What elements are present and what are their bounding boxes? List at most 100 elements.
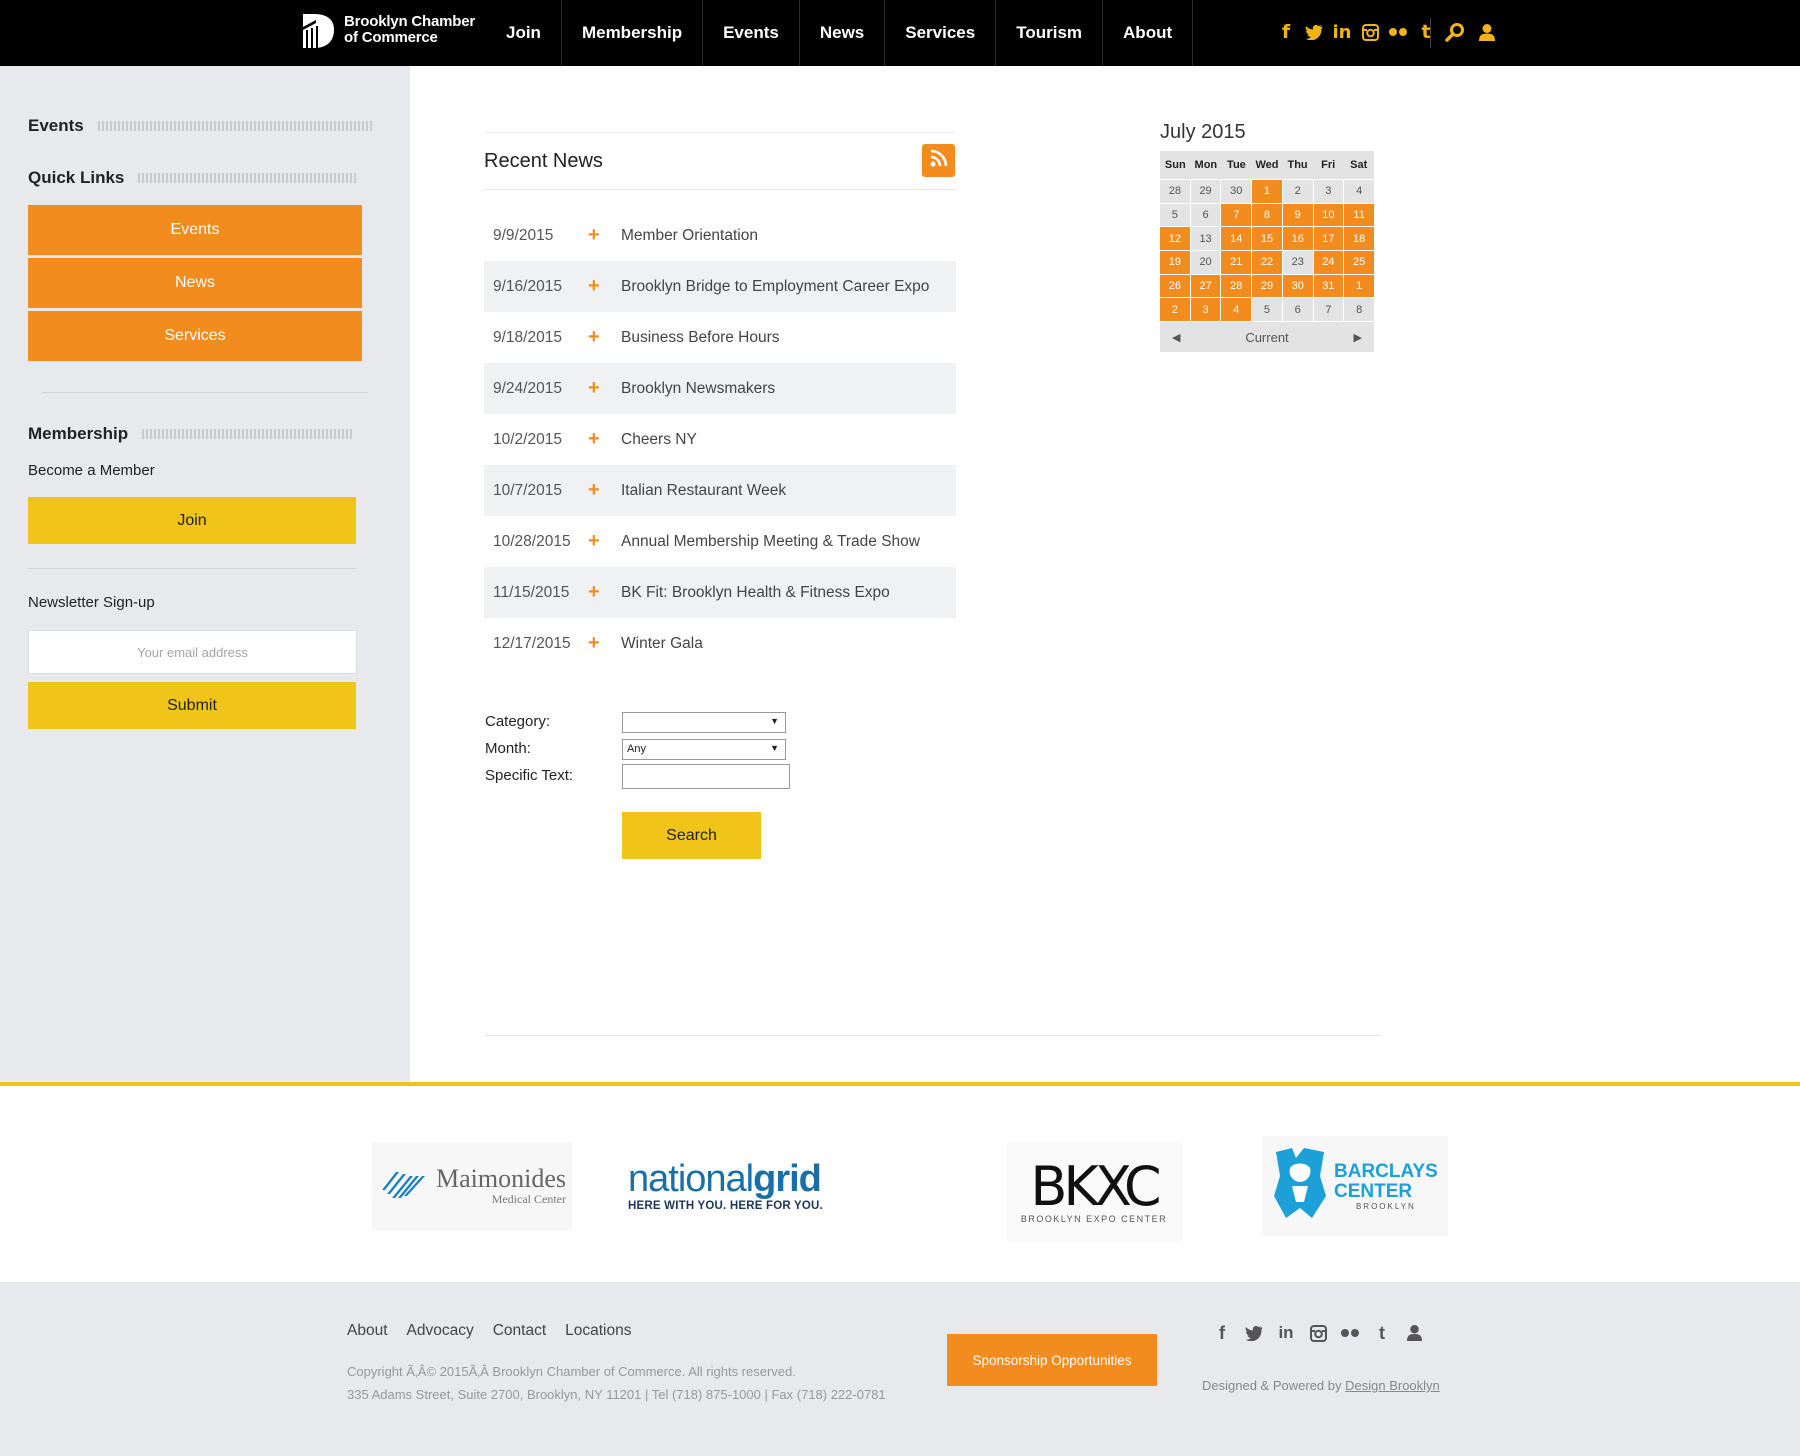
calendar-day[interactable]: 4 <box>1221 298 1252 322</box>
instagram-icon[interactable] <box>1360 20 1380 44</box>
calendar-day[interactable]: 24 <box>1313 251 1344 274</box>
news-item[interactable]: 12/17/2015 + Winter Gala <box>484 618 956 669</box>
news-item[interactable]: 9/18/2015 + Business Before Hours <box>484 312 956 363</box>
calendar-day[interactable]: 11 <box>1344 203 1374 227</box>
calendar-current-link[interactable]: Current <box>1245 330 1288 345</box>
calendar-day[interactable]: 29 <box>1190 180 1221 203</box>
calendar-day[interactable]: 3 <box>1190 298 1221 322</box>
calendar-day[interactable]: 10 <box>1313 203 1344 227</box>
footer-link-contact[interactable]: Contact <box>493 1322 546 1340</box>
news-item[interactable]: 9/16/2015 + Brooklyn Bridge to Employmen… <box>484 261 956 312</box>
quick-link-events[interactable]: Events <box>28 205 362 255</box>
linkedin-icon[interactable]: in <box>1332 20 1352 44</box>
calendar-day[interactable]: 5 <box>1252 298 1282 322</box>
calendar-day[interactable]: 22 <box>1252 251 1282 274</box>
site-logo[interactable]: Brooklyn Chamber of Commerce <box>300 8 475 52</box>
news-title[interactable]: Italian Restaurant Week <box>621 482 786 500</box>
footer-link-advocacy[interactable]: Advocacy <box>407 1322 474 1340</box>
calendar-day[interactable]: 18 <box>1344 227 1374 251</box>
news-item[interactable]: 10/7/2015 + Italian Restaurant Week <box>484 465 956 516</box>
calendar-day[interactable]: 30 <box>1221 180 1252 203</box>
footer-link-about[interactable]: About <box>347 1322 388 1340</box>
flickr-icon[interactable] <box>1340 1322 1360 1344</box>
news-title[interactable]: Member Orientation <box>621 227 758 245</box>
calendar-day[interactable]: 5 <box>1160 203 1190 227</box>
user-icon[interactable] <box>1476 20 1498 44</box>
calendar-day[interactable]: 1 <box>1252 180 1282 203</box>
nav-item-join[interactable]: Join <box>486 0 562 66</box>
linkedin-icon[interactable]: in <box>1276 1322 1296 1344</box>
news-title[interactable]: Cheers NY <box>621 431 697 449</box>
twitter-icon[interactable] <box>1244 1322 1264 1344</box>
calendar-day[interactable]: 21 <box>1221 251 1252 274</box>
month-select[interactable]: Any ▼ <box>622 739 786 760</box>
join-button[interactable]: Join <box>28 497 356 544</box>
calendar-day[interactable]: 31 <box>1313 274 1344 298</box>
news-item[interactable]: 10/28/2015 + Annual Membership Meeting &… <box>484 516 956 567</box>
search-icon[interactable] <box>1444 20 1466 44</box>
nav-item-events[interactable]: Events <box>703 0 800 66</box>
news-item[interactable]: 11/15/2015 + BK Fit: Brooklyn Health & F… <box>484 567 956 618</box>
rss-feed-button[interactable] <box>922 144 955 177</box>
facebook-icon[interactable]: f <box>1212 1322 1232 1344</box>
news-title[interactable]: Annual Membership Meeting & Trade Show <box>621 533 920 551</box>
calendar-day[interactable]: 13 <box>1190 227 1221 251</box>
calendar-day[interactable]: 30 <box>1282 274 1313 298</box>
news-item[interactable]: 10/2/2015 + Cheers NY <box>484 414 956 465</box>
calendar-day[interactable]: 25 <box>1344 251 1374 274</box>
calendar-day[interactable]: 1 <box>1344 274 1374 298</box>
calendar-day[interactable]: 6 <box>1282 298 1313 322</box>
calendar-day[interactable]: 6 <box>1190 203 1221 227</box>
calendar-day[interactable]: 26 <box>1160 274 1190 298</box>
calendar-day[interactable]: 27 <box>1190 274 1221 298</box>
calendar-day[interactable]: 8 <box>1344 298 1374 322</box>
sponsor-brooklyn-expo-center[interactable]: BKXC BROOKLYN EXPO CENTER <box>1006 1142 1182 1242</box>
sponsor-maimonides[interactable]: Maimonides Medical Center <box>372 1142 572 1230</box>
specific-text-input[interactable] <box>622 764 790 789</box>
calendar-day[interactable]: 2 <box>1282 180 1313 203</box>
calendar-day[interactable]: 28 <box>1221 274 1252 298</box>
twitter-icon[interactable] <box>1304 20 1324 44</box>
nav-item-membership[interactable]: Membership <box>562 0 704 66</box>
calendar-day[interactable]: 16 <box>1282 227 1313 251</box>
calendar-day[interactable]: 7 <box>1313 298 1344 322</box>
calendar-day[interactable]: 9 <box>1282 203 1313 227</box>
calendar-day[interactable]: 4 <box>1344 180 1374 203</box>
calendar-day[interactable]: 12 <box>1160 227 1190 251</box>
calendar-day[interactable]: 29 <box>1252 274 1282 298</box>
tumblr-icon[interactable]: t <box>1416 20 1436 44</box>
calendar-day[interactable]: 14 <box>1221 227 1252 251</box>
user-icon[interactable] <box>1404 1322 1424 1344</box>
news-item[interactable]: 9/24/2015 + Brooklyn Newsmakers <box>484 363 956 414</box>
newsletter-email-input[interactable] <box>28 630 357 674</box>
calendar-day[interactable]: 15 <box>1252 227 1282 251</box>
news-title[interactable]: Business Before Hours <box>621 329 780 347</box>
next-month-icon[interactable]: ▶ <box>1354 331 1362 344</box>
news-item[interactable]: 9/9/2015 + Member Orientation <box>484 210 956 261</box>
calendar-day[interactable]: 17 <box>1313 227 1344 251</box>
calendar-day[interactable]: 3 <box>1313 180 1344 203</box>
footer-link-locations[interactable]: Locations <box>565 1322 631 1340</box>
news-title[interactable]: Winter Gala <box>621 635 703 653</box>
quick-link-news[interactable]: News <box>28 258 362 308</box>
instagram-icon[interactable] <box>1308 1322 1328 1344</box>
calendar-day[interactable]: 7 <box>1221 203 1252 227</box>
tumblr-icon[interactable]: t <box>1372 1322 1392 1344</box>
calendar-day[interactable]: 23 <box>1282 251 1313 274</box>
category-select[interactable]: ▼ <box>622 712 786 733</box>
flickr-icon[interactable] <box>1388 20 1408 44</box>
search-button[interactable]: Search <box>622 812 761 859</box>
sponsor-nationalgrid[interactable]: nationalgrid HERE WITH YOU. HERE FOR YOU… <box>628 1160 823 1212</box>
calendar-day[interactable]: 2 <box>1160 298 1190 322</box>
news-title[interactable]: Brooklyn Bridge to Employment Career Exp… <box>621 278 929 296</box>
calendar-day[interactable]: 20 <box>1190 251 1221 274</box>
calendar-day[interactable]: 28 <box>1160 180 1190 203</box>
design-brooklyn-link[interactable]: Design Brooklyn <box>1345 1378 1440 1393</box>
prev-month-icon[interactable]: ◀ <box>1172 331 1180 344</box>
nav-item-news[interactable]: News <box>800 0 886 66</box>
news-title[interactable]: Brooklyn Newsmakers <box>621 380 775 398</box>
calendar-day[interactable]: 8 <box>1252 203 1282 227</box>
nav-item-about[interactable]: About <box>1103 0 1194 66</box>
nav-item-tourism[interactable]: Tourism <box>996 0 1104 66</box>
sponsorship-opportunities-button[interactable]: Sponsorship Opportunities <box>947 1334 1157 1386</box>
